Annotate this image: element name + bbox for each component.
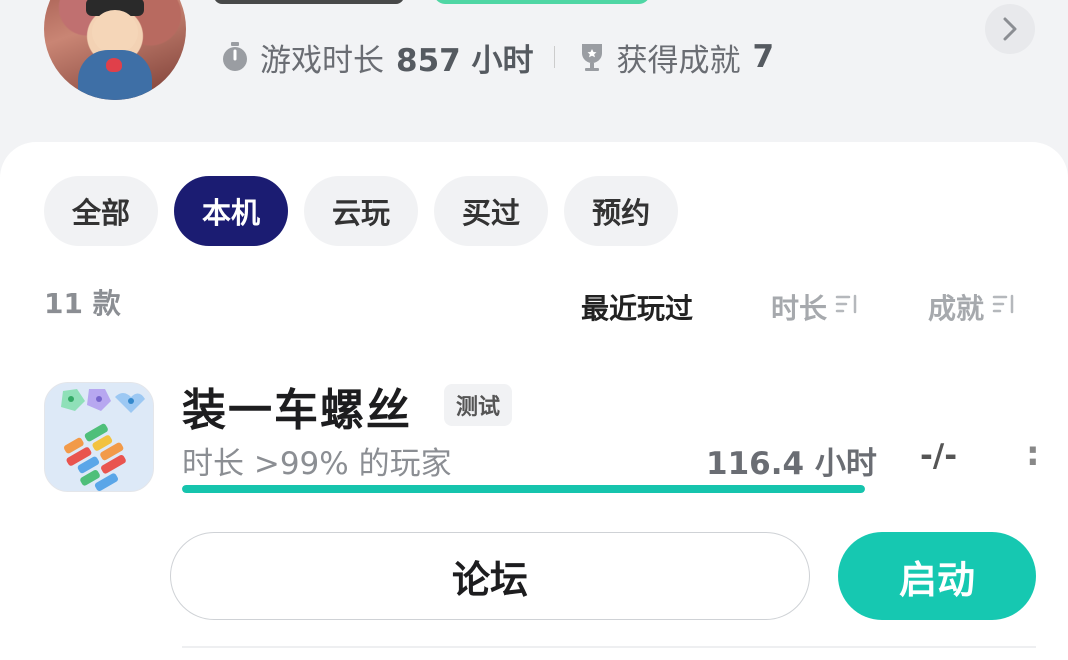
sort-duration[interactable]: 时长	[771, 287, 861, 327]
playtime-progress-bar	[182, 485, 865, 493]
game-hours: 116.4 小时	[706, 446, 877, 482]
forum-button[interactable]: 论坛	[170, 532, 810, 620]
tab-all[interactable]: 全部	[44, 176, 159, 246]
trophy-icon	[577, 41, 607, 73]
game-title[interactable]: 装一车螺丝	[182, 374, 412, 438]
playtime-value: 857 小时	[396, 42, 534, 79]
achievements-label: 获得成就	[616, 42, 741, 79]
achievements-value: 7	[752, 39, 775, 75]
tab-reserved[interactable]: 预约	[564, 176, 679, 246]
game-count: 11 款	[44, 287, 121, 320]
tab-purchased[interactable]: 买过	[434, 176, 549, 246]
profile-stats: 游戏时长 857 小时 获得成就 7	[220, 36, 775, 79]
playtime-rank: 时长 >99% 的玩家	[182, 446, 452, 482]
stats-divider	[553, 46, 555, 68]
row-divider	[182, 646, 1036, 648]
more-options-icon[interactable]: :	[1026, 434, 1040, 474]
sort-achievements-label: 成就	[928, 292, 985, 325]
level-badge-cropped	[434, 0, 650, 4]
username-cropped	[214, 0, 404, 4]
filter-tabs: 全部 本机 云玩 买过 预约	[44, 176, 679, 246]
sort-achievements[interactable]: 成就	[928, 287, 1018, 327]
avatar-face	[92, 10, 138, 54]
sort-recent-label: 最近玩过	[581, 292, 694, 325]
sort-order-icon	[992, 293, 1018, 321]
playtime-progress-fill	[182, 485, 865, 493]
game-achievements: -/-	[920, 438, 958, 474]
sort-duration-label: 时长	[771, 292, 828, 325]
user-avatar[interactable]	[44, 0, 186, 100]
profile-chevron-right-icon[interactable]	[985, 4, 1035, 54]
game-icon[interactable]	[44, 382, 154, 492]
launch-button[interactable]: 启动	[838, 532, 1036, 620]
tab-local[interactable]: 本机	[174, 176, 289, 246]
stopwatch-icon	[220, 41, 250, 73]
avatar-heart	[106, 58, 122, 72]
sort-recent[interactable]: 最近玩过	[581, 287, 693, 327]
beta-badge: 测试	[444, 384, 513, 426]
games-card: 全部 本机 云玩 买过 预约 11 款 最近玩过 时长 成就 装一车螺丝 测试 …	[0, 142, 1068, 660]
playtime-label: 游戏时长	[260, 42, 384, 79]
tab-cloud[interactable]: 云玩	[304, 176, 419, 246]
sort-order-icon	[835, 293, 861, 321]
